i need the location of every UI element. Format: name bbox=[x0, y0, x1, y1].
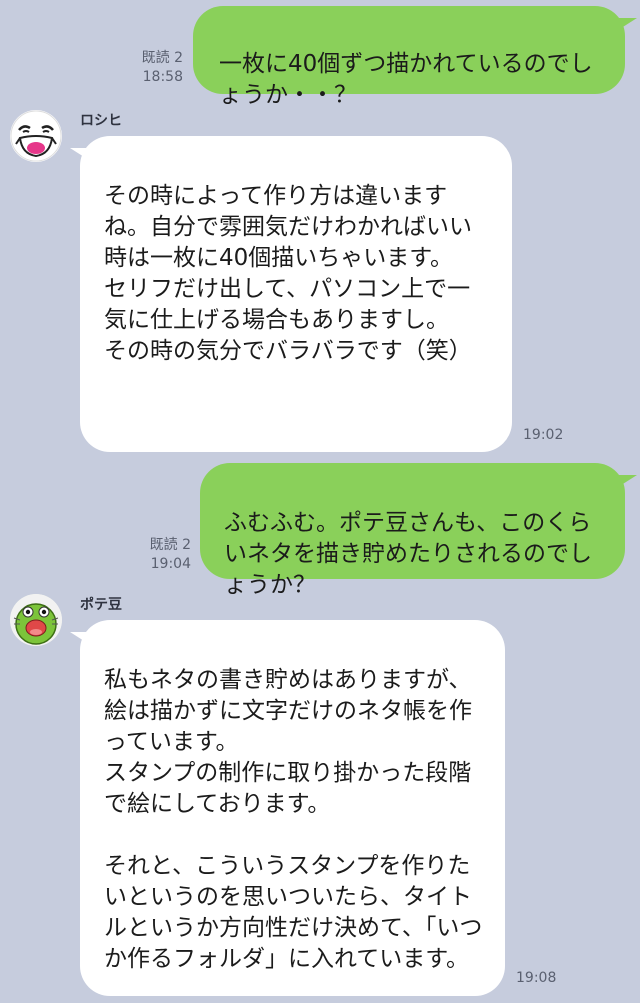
message-bubble[interactable]: ふむふむ。ポテ豆さんも、このくらいネタを描き貯めたりされるのでしょうか？ bbox=[200, 463, 625, 598]
message-text: 私もネタの書き貯めはありますが、絵は描かずに文字だけのネタ帳を作っています。 ス… bbox=[104, 667, 483, 972]
face-avatar-icon bbox=[10, 110, 62, 162]
read-label: 既読 2 bbox=[141, 50, 183, 66]
green-bean-avatar-icon bbox=[10, 594, 62, 646]
message-bubble[interactable]: その時によって作り方は違いますね。自分で雰囲気だけわかればいい時は一枚に40個描… bbox=[80, 136, 512, 452]
sender-name: ロシヒ bbox=[80, 113, 122, 129]
message-bubble[interactable]: 私もネタの書き貯めはありますが、絵は描かずに文字だけのネタ帳を作っています。 ス… bbox=[80, 620, 505, 996]
bubble-tail bbox=[615, 18, 637, 32]
message-text: その時によって作り方は違いますね。自分で雰囲気だけわかればいい時は一枚に40個描… bbox=[104, 183, 472, 364]
timestamp: 18:58 bbox=[142, 69, 183, 85]
timestamp: 19:08 bbox=[516, 970, 557, 986]
bubble-tail bbox=[615, 475, 637, 489]
message-bubble[interactable]: 一枚に40個ずつ描かれているのでしょうか・・？ bbox=[193, 6, 625, 108]
read-receipt: 既読 2 18:58 bbox=[142, 49, 183, 87]
read-receipt: 既読 2 19:04 bbox=[150, 536, 191, 574]
timestamp: 19:04 bbox=[150, 556, 191, 572]
timestamp: 19:02 bbox=[523, 427, 564, 443]
sender-name: ポテ豆 bbox=[80, 597, 122, 613]
message-text: 一枚に40個ずつ描かれているのでしょうか・・？ bbox=[219, 51, 593, 108]
sender-avatar[interactable] bbox=[10, 594, 62, 646]
sender-avatar[interactable] bbox=[10, 110, 62, 162]
read-label: 既読 2 bbox=[149, 537, 191, 553]
message-text: ふむふむ。ポテ豆さんも、このくらいネタを描き貯めたりされるのでしょうか？ bbox=[224, 510, 592, 598]
